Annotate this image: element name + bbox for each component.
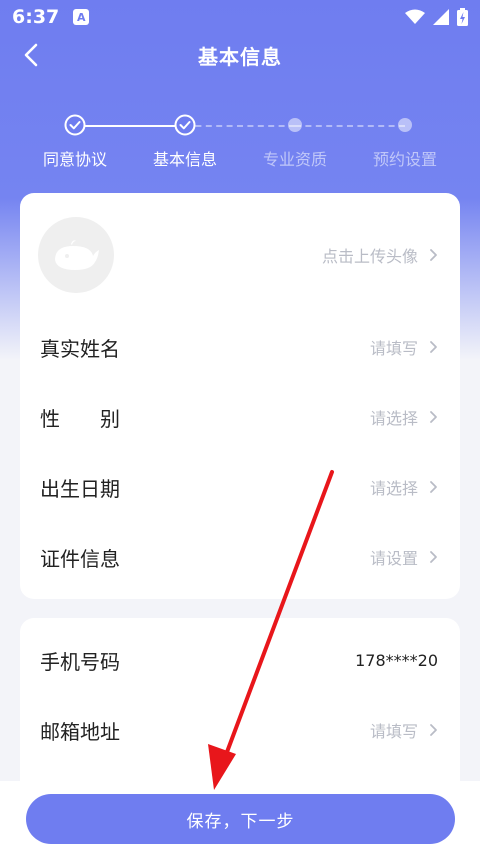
chevron-right-icon — [430, 341, 437, 353]
birth-date-row[interactable]: 出生日期 请选择 — [20, 460, 460, 514]
chevron-right-icon — [430, 481, 437, 493]
field-label: 手机号码 — [40, 649, 120, 674]
phone-value: 178****20 — [355, 650, 438, 670]
step-label: 基本信息 — [152, 150, 217, 169]
step-connector-todo — [185, 125, 295, 127]
bottom-action-bar: 保存，下一步 — [0, 781, 480, 853]
phone-row[interactable]: 手机号码 178****20 — [20, 633, 460, 687]
field-label: 性 别 — [40, 406, 120, 431]
step-connector-todo — [295, 125, 405, 127]
chevron-right-icon — [430, 249, 437, 261]
field-value: 请填写 — [369, 339, 418, 358]
avatar-upload-row[interactable]: 点击上传头像 — [20, 215, 460, 295]
step-progress: 同意协议 基本信息 专业资质 预约设置 — [0, 112, 480, 172]
step-label: 同意协议 — [42, 150, 107, 169]
field-value: 请选择 — [369, 409, 418, 428]
field-label: 邮箱地址 — [40, 719, 120, 744]
email-row[interactable]: 邮箱地址 请填写 — [20, 703, 460, 757]
wifi-icon — [405, 9, 425, 24]
status-time: 6:37 — [12, 6, 60, 28]
avatar-upload-hint: 点击上传头像 — [321, 247, 418, 266]
top-nav: 基本信息 — [0, 34, 480, 76]
step-label: 预约设置 — [372, 150, 437, 169]
field-label: 证件信息 — [40, 546, 120, 571]
step-label: 专业资质 — [262, 150, 327, 169]
step-pending-dot — [398, 118, 412, 132]
gender-row[interactable]: 性 别 请选择 — [20, 390, 460, 444]
field-value: 请选择 — [369, 479, 418, 498]
field-value: 请填写 — [369, 722, 418, 741]
back-button[interactable] — [14, 38, 48, 72]
status-bar: 6:37 A — [0, 0, 480, 34]
check-circle-icon — [64, 114, 86, 136]
chevron-right-icon — [430, 411, 437, 423]
step-pending-dot — [288, 118, 302, 132]
whale-avatar-icon — [55, 240, 99, 270]
step-connector-done — [75, 125, 185, 127]
real-name-row[interactable]: 真实姓名 请填写 — [20, 320, 460, 374]
app-notification-icon: A — [73, 9, 90, 25]
signal-icon — [433, 9, 449, 25]
field-value: 请设置 — [369, 549, 418, 568]
page-title: 基本信息 — [198, 44, 282, 69]
id-info-row[interactable]: 证件信息 请设置 — [20, 530, 460, 584]
back-arrow-icon — [24, 43, 38, 67]
chevron-right-icon — [430, 551, 437, 563]
field-label: 出生日期 — [40, 476, 120, 501]
save-next-button[interactable]: 保存，下一步 — [26, 794, 455, 844]
status-icons — [405, 8, 468, 26]
avatar[interactable] — [38, 217, 114, 293]
field-label: 真实姓名 — [40, 336, 120, 361]
basic-info-card: 点击上传头像 真实姓名 请填写 性 别 请选择 出生日期 请选择 证件信息 请设… — [20, 193, 460, 599]
check-circle-icon — [174, 114, 196, 136]
chevron-right-icon — [430, 724, 437, 736]
battery-icon — [457, 8, 468, 26]
